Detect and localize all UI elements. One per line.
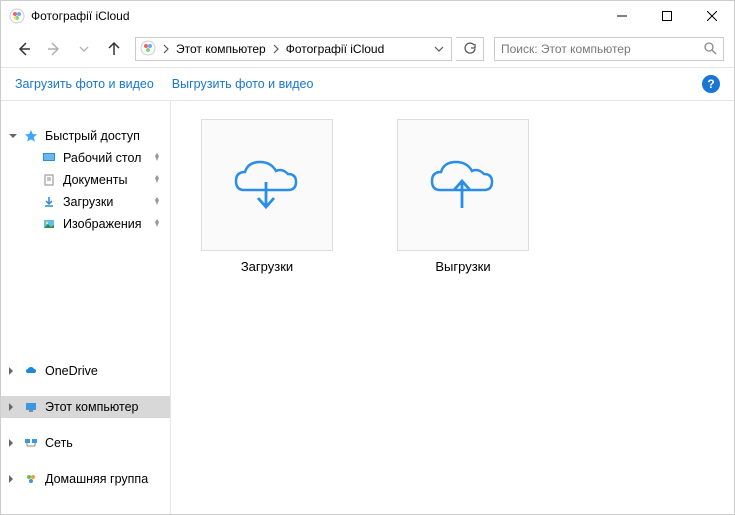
maximize-button[interactable] xyxy=(644,1,689,31)
window-title: Фотографії iCloud xyxy=(31,9,599,23)
search-box[interactable] xyxy=(494,37,724,61)
sidebar-item-pictures[interactable]: Изображения xyxy=(1,213,170,235)
breadcrumb-separator[interactable] xyxy=(160,44,172,54)
sidebar-label: Быстрый доступ xyxy=(45,129,140,143)
breadcrumb-this-pc[interactable]: Этот компьютер xyxy=(172,38,270,60)
desktop-icon xyxy=(41,150,57,166)
download-photos-link[interactable]: Загрузить фото и видео xyxy=(15,77,154,91)
app-icon xyxy=(9,8,25,24)
content-area: Быстрый доступ Рабочий стол Документы xyxy=(1,101,734,514)
homegroup-icon xyxy=(23,471,39,487)
command-bar: Загрузить фото и видео Выгрузить фото и … xyxy=(1,67,734,101)
folder-label: Выгрузки xyxy=(435,259,490,274)
star-icon xyxy=(23,128,39,144)
pin-icon xyxy=(152,195,162,209)
sidebar-item-homegroup[interactable]: Домашняя группа xyxy=(1,468,170,490)
recent-locations-button[interactable] xyxy=(71,36,97,62)
breadcrumb-icloud-photos[interactable]: Фотографії iCloud xyxy=(282,38,389,60)
title-bar: Фотографії iCloud xyxy=(1,1,734,31)
onedrive-icon xyxy=(23,363,39,379)
pictures-icon xyxy=(41,216,57,232)
this-pc-icon xyxy=(23,399,39,415)
navigation-bar: Этот компьютер Фотографії iCloud xyxy=(1,31,734,67)
navigation-pane[interactable]: Быстрый доступ Рабочий стол Документы xyxy=(1,101,171,514)
address-bar[interactable]: Этот компьютер Фотографії iCloud xyxy=(135,37,452,61)
network-icon xyxy=(23,435,39,451)
pin-icon xyxy=(152,217,162,231)
sidebar-label: Загрузки xyxy=(63,195,113,209)
sidebar-label: Этот компьютер xyxy=(45,400,138,414)
folder-label: Загрузки xyxy=(241,259,293,274)
breadcrumb-separator[interactable] xyxy=(270,44,282,54)
upload-photos-link[interactable]: Выгрузить фото и видео xyxy=(172,77,314,91)
folder-item-downloads[interactable]: Загрузки xyxy=(197,119,337,274)
sidebar-label: Изображения xyxy=(63,217,142,231)
search-input[interactable] xyxy=(501,42,703,56)
close-button[interactable] xyxy=(689,1,734,31)
downloads-icon xyxy=(41,194,57,210)
back-button[interactable] xyxy=(11,36,37,62)
folder-item-uploads[interactable]: Выгрузки xyxy=(393,119,533,274)
sidebar-item-documents[interactable]: Документы xyxy=(1,169,170,191)
folder-thumbnail xyxy=(201,119,333,251)
minimize-button[interactable] xyxy=(599,1,644,31)
address-history-button[interactable] xyxy=(429,38,449,60)
sidebar-item-desktop[interactable]: Рабочий стол xyxy=(1,147,170,169)
up-button[interactable] xyxy=(101,36,127,62)
items-view[interactable]: Загрузки Выгрузки xyxy=(171,101,734,514)
documents-icon xyxy=(41,172,57,188)
location-icon xyxy=(140,40,158,58)
refresh-button[interactable] xyxy=(456,37,484,61)
sidebar-label: Сеть xyxy=(45,436,73,450)
window-controls xyxy=(599,1,734,31)
search-icon xyxy=(703,41,717,58)
forward-button[interactable] xyxy=(41,36,67,62)
sidebar-item-onedrive[interactable]: OneDrive xyxy=(1,360,170,382)
sidebar-label: Домашняя группа xyxy=(45,472,148,486)
sidebar-item-quick-access[interactable]: Быстрый доступ xyxy=(1,125,170,147)
help-button[interactable]: ? xyxy=(702,75,720,93)
folder-thumbnail xyxy=(397,119,529,251)
sidebar-label: Документы xyxy=(63,173,127,187)
sidebar-label: Рабочий стол xyxy=(63,151,141,165)
sidebar-item-this-pc[interactable]: Этот компьютер xyxy=(1,396,170,418)
pin-icon xyxy=(152,173,162,187)
sidebar-label: OneDrive xyxy=(45,364,98,378)
sidebar-item-downloads[interactable]: Загрузки xyxy=(1,191,170,213)
sidebar-item-network[interactable]: Сеть xyxy=(1,432,170,454)
pin-icon xyxy=(152,151,162,165)
